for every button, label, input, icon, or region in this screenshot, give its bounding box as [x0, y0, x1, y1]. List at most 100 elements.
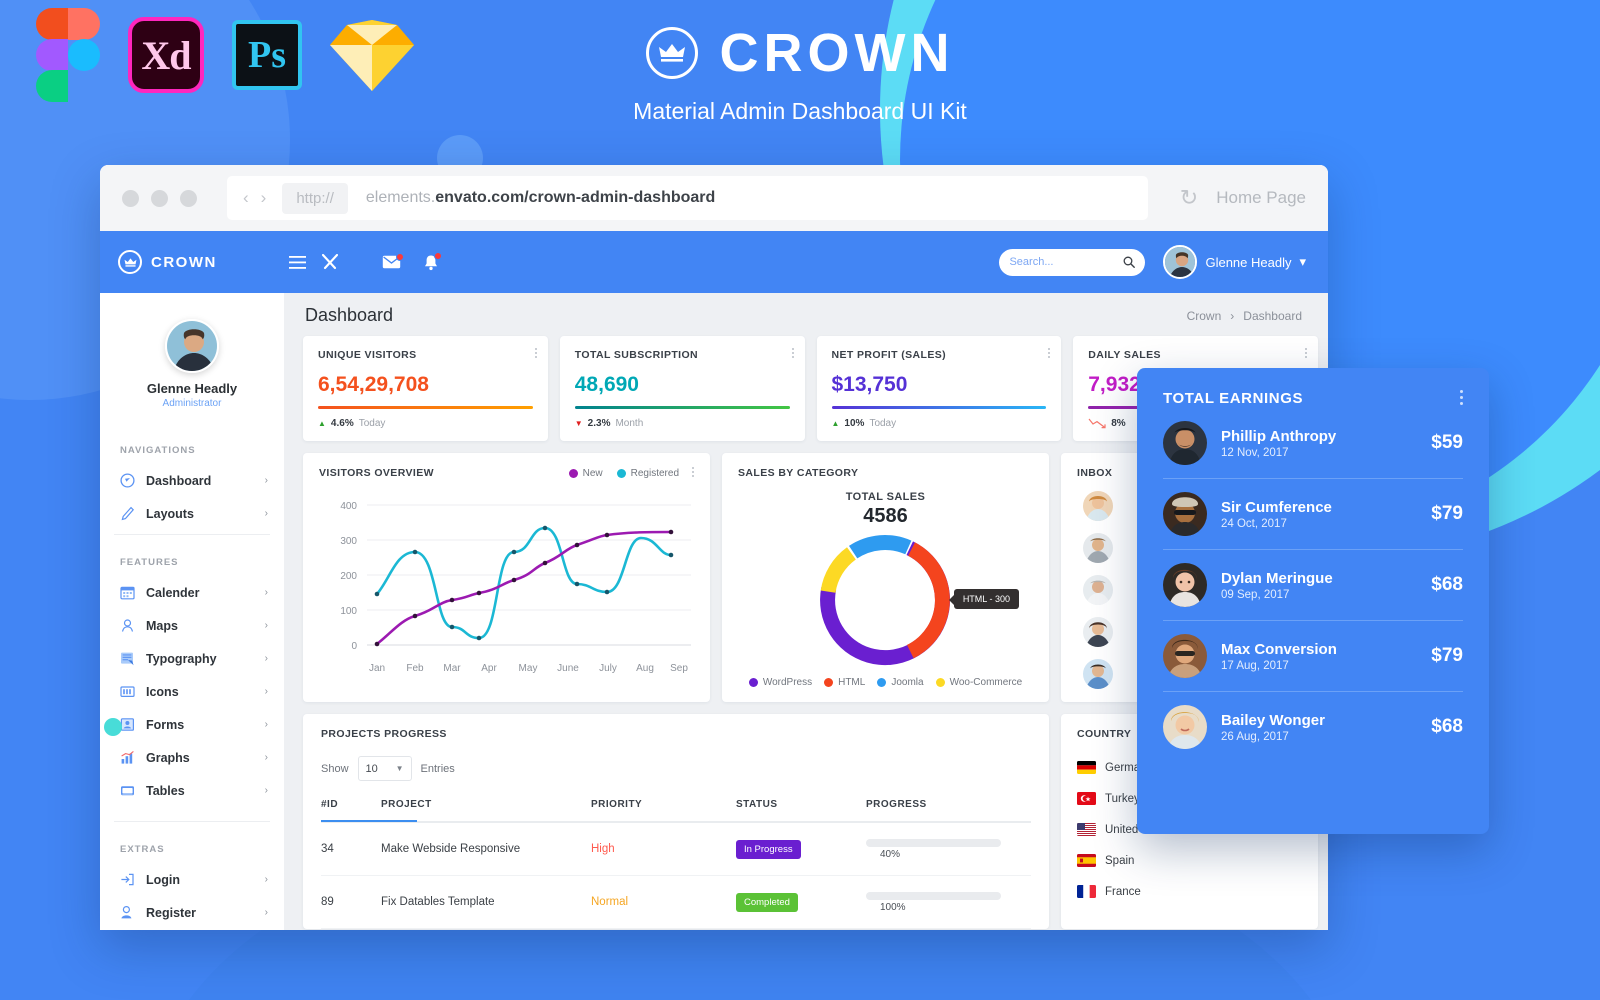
- earnings-date: 09 Sep, 2017: [1221, 588, 1290, 601]
- sidebar-item-tables[interactable]: Tables ›: [100, 774, 284, 807]
- country-name: Spain: [1105, 854, 1135, 867]
- search-input[interactable]: Search...: [999, 248, 1146, 276]
- column-header-status[interactable]: STATUS: [736, 799, 866, 820]
- forms-icon: [120, 717, 135, 732]
- earnings-row[interactable]: Max Conversion 17 Aug, 2017 $79: [1163, 621, 1463, 692]
- kebab-menu-icon[interactable]: [1460, 390, 1463, 408]
- flag-turkey-icon: [1077, 792, 1096, 805]
- kpi-title: TOTAL SUBSCRIPTION: [574, 349, 699, 361]
- panel-title: PROJECTS PROGRESS: [321, 728, 447, 740]
- earnings-row[interactable]: Phillip Anthropy 12 Nov, 2017 $59: [1163, 408, 1463, 479]
- tools-icon[interactable]: [322, 254, 338, 270]
- kebab-menu-icon[interactable]: [1048, 348, 1051, 360]
- earnings-amount: $79: [1431, 503, 1463, 524]
- user-menu[interactable]: Glenne Headly ▾: [1163, 245, 1306, 279]
- forward-icon[interactable]: ›: [261, 188, 267, 208]
- kebab-menu-icon[interactable]: [534, 348, 537, 360]
- back-icon[interactable]: ‹: [243, 188, 249, 208]
- sidebar-item-layouts[interactable]: Layouts ›: [100, 497, 284, 530]
- kpi-progress-bar: [574, 406, 790, 409]
- user-name: Glenne Headly: [1205, 254, 1292, 270]
- sidebar-item-calender[interactable]: Calender ›: [100, 576, 284, 609]
- svg-text:Sep: Sep: [670, 663, 688, 674]
- legend-item-registered[interactable]: Registered: [616, 468, 679, 479]
- earnings-amount: $79: [1431, 645, 1463, 666]
- column-header-id[interactable]: #ID: [321, 799, 381, 820]
- kebab-menu-icon[interactable]: [692, 467, 694, 479]
- trend-up-icon: ▲: [318, 419, 326, 428]
- avatar[interactable]: [1083, 659, 1113, 689]
- breadcrumb-item-crown[interactable]: Crown: [1187, 309, 1222, 323]
- legend-item-new[interactable]: New: [568, 468, 603, 479]
- earnings-row[interactable]: Sir Cumference 24 Oct, 2017 $79: [1163, 479, 1463, 550]
- sidebar-item-typography[interactable]: Typography ›: [100, 642, 284, 675]
- url-text[interactable]: elements.envato.com/crown-admin-dashboar…: [366, 189, 715, 207]
- column-header-project[interactable]: PROJECT: [381, 799, 591, 820]
- kebab-menu-icon[interactable]: [1305, 348, 1307, 360]
- sidebar-profile[interactable]: Glenne Headly Administrator: [100, 305, 284, 427]
- maximize-button[interactable]: [180, 189, 197, 207]
- bell-icon[interactable]: [423, 251, 442, 271]
- avatar[interactable]: [1083, 533, 1113, 563]
- kebab-menu-icon[interactable]: [791, 348, 794, 360]
- country-row-france[interactable]: France: [1077, 876, 1302, 907]
- sidebar-item-icons[interactable]: Icons ›: [100, 675, 284, 708]
- login-icon: [120, 872, 135, 887]
- legend-item-woo-commerce[interactable]: Woo-Commerce: [935, 677, 1022, 688]
- table-row[interactable]: 34 Make Webside Responsive High In Progr…: [321, 822, 1031, 876]
- column-header-progress[interactable]: PROGRESS: [866, 799, 1031, 820]
- page-size-select[interactable]: 10 ▼: [357, 756, 412, 781]
- avatar[interactable]: [1083, 575, 1113, 605]
- cell-id: 34: [321, 822, 381, 876]
- search-icon: [1124, 256, 1136, 268]
- earnings-date: 17 Aug, 2017: [1221, 659, 1289, 672]
- kpi-value: $13,750: [831, 373, 908, 396]
- earnings-amount: $59: [1431, 432, 1463, 453]
- address-bar[interactable]: ‹ › http:// elements.envato.com/crown-ad…: [227, 176, 1148, 220]
- avatar[interactable]: [1083, 491, 1113, 521]
- earnings-row[interactable]: Dylan Meringue 09 Sep, 2017 $68: [1163, 550, 1463, 621]
- caret-down-icon[interactable]: ▾: [1299, 254, 1306, 270]
- total-sales-value: 4586: [863, 505, 908, 527]
- hamburger-menu-icon[interactable]: [289, 255, 306, 269]
- reload-icon[interactable]: ↻: [1180, 185, 1198, 211]
- window-controls[interactable]: [122, 189, 197, 207]
- sidebar-item-dashboard[interactable]: Dashboard ›: [100, 464, 284, 497]
- legend-item-wordpress[interactable]: WordPress: [748, 677, 813, 688]
- earnings-row[interactable]: Bailey Wonger 26 Aug, 2017 $68: [1163, 692, 1463, 762]
- sidebar-item-login[interactable]: Login ›: [100, 863, 284, 896]
- avatar[interactable]: [1083, 617, 1113, 647]
- donut-legend: WordPress HTML Joomla Woo-Commerce: [738, 677, 1033, 688]
- breadcrumb-item-dashboard[interactable]: Dashboard: [1243, 309, 1302, 323]
- home-page-label[interactable]: Home Page: [1216, 188, 1306, 208]
- caret-down-icon: ▼: [395, 764, 404, 773]
- sidebar-item-label: Dashboard: [146, 473, 212, 488]
- protocol-chip: http://: [282, 182, 348, 214]
- table-row[interactable]: 89 Fix Datables Template Normal Complete…: [321, 875, 1031, 929]
- column-header-priority[interactable]: PRIORITY: [591, 799, 736, 820]
- kpi-period: Today: [869, 418, 897, 429]
- kpi-title: UNIQUE VISITORS: [318, 349, 417, 361]
- minimize-button[interactable]: [151, 189, 168, 207]
- country-name: France: [1105, 885, 1141, 898]
- chevron-right-icon: ›: [264, 475, 268, 486]
- breadcrumb-separator: ›: [1230, 308, 1235, 323]
- sidebar-item-register[interactable]: Register ›: [100, 896, 284, 929]
- legend-item-joomla[interactable]: Joomla: [877, 677, 924, 688]
- cell-progress: 100%: [866, 875, 1031, 929]
- sidebar-item-forms[interactable]: Forms ›: [100, 708, 284, 741]
- sidebar-item-label: Icons: [146, 684, 179, 699]
- chevron-right-icon: ›: [264, 907, 268, 918]
- bar-chart-icon: [120, 750, 135, 765]
- legend-swatch: [568, 468, 578, 478]
- legend-label: WordPress: [762, 677, 813, 688]
- sidebar-item-maps[interactable]: Maps ›: [100, 609, 284, 642]
- panel-title: SALES BY CATEGORY: [738, 467, 859, 479]
- app-logo[interactable]: CROWN: [100, 250, 285, 274]
- sidebar-item-graphs[interactable]: Graphs ›: [100, 741, 284, 774]
- kpi-footer: ▲ 4.6% Today: [318, 418, 533, 429]
- mail-icon[interactable]: [382, 253, 404, 269]
- legend-item-html[interactable]: HTML: [824, 677, 865, 688]
- country-row-spain[interactable]: Spain: [1077, 845, 1302, 876]
- close-button[interactable]: [122, 189, 139, 207]
